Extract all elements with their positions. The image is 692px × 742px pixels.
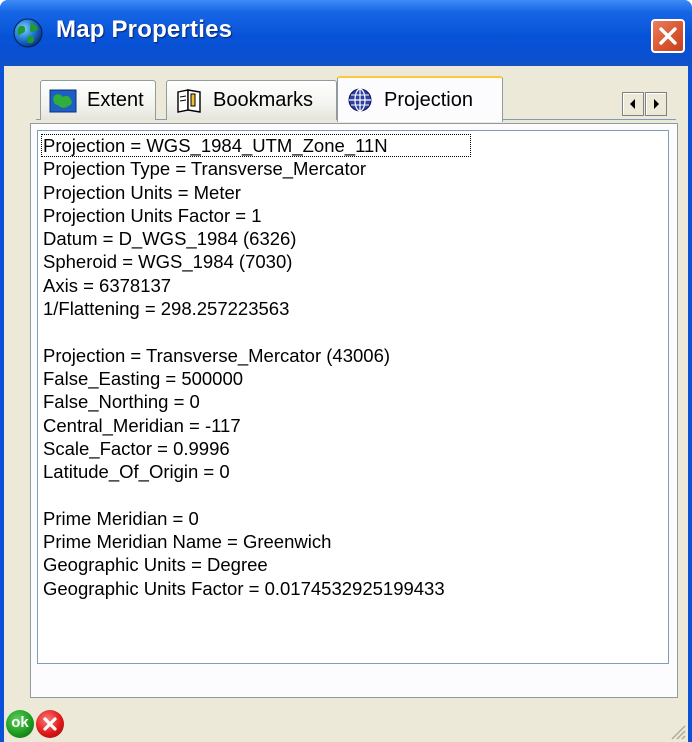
globe-grid-icon — [348, 88, 372, 112]
arrow-right-icon — [654, 99, 659, 109]
list-item[interactable]: Central_Meridian = -117 — [41, 414, 666, 437]
close-icon — [659, 27, 677, 45]
list-item[interactable]: Projection = Transverse_Mercator (43006) — [41, 344, 666, 367]
tab-scroll-left-button[interactable] — [622, 92, 644, 116]
list-item[interactable]: Datum = D_WGS_1984 (6326) — [41, 227, 666, 250]
ok-icon: ok — [11, 714, 29, 731]
list-item[interactable]: Latitude_Of_Origin = 0 — [41, 460, 666, 483]
list-item[interactable]: Geographic Units = Degree — [41, 553, 666, 576]
arrow-left-icon — [630, 99, 635, 109]
list-item[interactable]: Projection Units = Meter — [41, 181, 666, 204]
resize-grip-icon[interactable] — [668, 722, 686, 740]
projection-info-list[interactable]: Projection = WGS_1984_UTM_Zone_11N Proje… — [37, 130, 669, 664]
list-item[interactable]: Prime Meridian Name = Greenwich — [41, 530, 666, 553]
list-item[interactable] — [41, 483, 666, 506]
tab-extent[interactable]: Extent — [40, 80, 156, 120]
ok-button[interactable]: ok — [6, 710, 34, 738]
list-item[interactable]: False_Northing = 0 — [41, 390, 666, 413]
list-item[interactable]: Axis = 6378137 — [41, 274, 666, 297]
list-item[interactable]: Projection = WGS_1984_UTM_Zone_11N — [41, 134, 471, 158]
list-item[interactable]: Prime Meridian = 0 — [41, 507, 666, 530]
list-item[interactable]: False_Easting = 500000 — [41, 367, 666, 390]
dialog-footer: ok — [4, 708, 84, 742]
tab-label-extent: Extent — [87, 89, 144, 111]
list-item[interactable] — [41, 320, 666, 343]
list-item[interactable]: Geographic Units Factor = 0.017453292519… — [41, 577, 666, 600]
list-item[interactable]: 1/Flattening = 298.257223563 — [41, 297, 666, 320]
list-item[interactable]: Projection Units Factor = 1 — [41, 204, 666, 227]
map-properties-window: Map Properties Extent Bookmarks Projecti… — [0, 0, 692, 742]
tab-label-bookmarks: Bookmarks — [213, 89, 314, 111]
dialog-client-area: Extent Bookmarks Projection Projection =… — [4, 66, 688, 742]
list-item[interactable]: Scale_Factor = 0.9996 — [41, 437, 666, 460]
map-icon — [49, 89, 77, 112]
tab-label-projection: Projection — [384, 88, 473, 111]
list-item[interactable]: Spheroid = WGS_1984 (7030) — [41, 250, 666, 273]
cancel-button[interactable] — [36, 710, 64, 738]
close-button[interactable] — [651, 19, 685, 53]
list-item[interactable]: Projection Type = Transverse_Mercator — [41, 157, 666, 180]
globe-icon — [13, 18, 43, 48]
tab-projection[interactable]: Projection — [337, 76, 503, 122]
projection-panel: Projection = WGS_1984_UTM_Zone_11N Proje… — [30, 123, 678, 698]
window-title: Map Properties — [56, 16, 233, 43]
title-bar[interactable]: Map Properties — [0, 0, 692, 66]
tab-scroll-right-button[interactable] — [645, 92, 667, 116]
cancel-icon — [43, 717, 57, 731]
tab-bookmarks[interactable]: Bookmarks — [166, 80, 337, 120]
book-icon — [177, 88, 201, 113]
